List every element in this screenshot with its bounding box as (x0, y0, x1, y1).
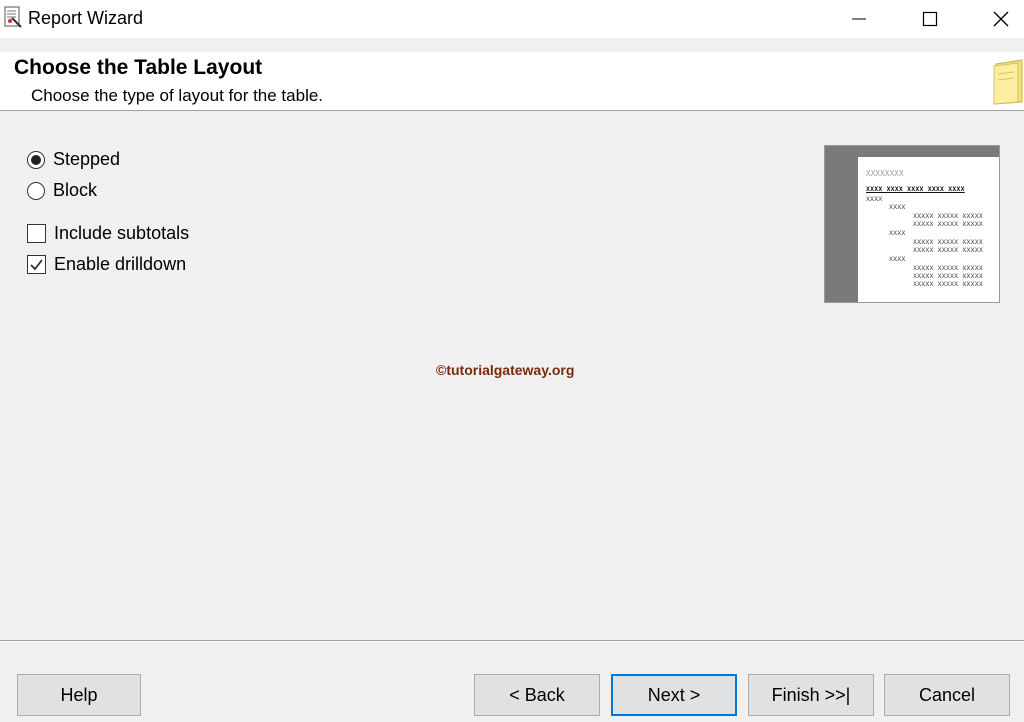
enable-drilldown-option[interactable]: Enable drilldown (27, 254, 186, 275)
preview-group-level2: XXXX (889, 229, 906, 237)
preview-detail-row: XXXXX XXXXX XXXXX (913, 220, 983, 228)
preview-detail-row: XXXXX XXXXX XXXXX (913, 212, 983, 220)
preview-detail-row: XXXXX XXXXX XXXXX (913, 280, 983, 288)
title-bar: Report Wizard (0, 0, 1024, 38)
close-icon (993, 11, 1009, 27)
notepad-icon (993, 59, 1023, 105)
minimize-icon (852, 18, 866, 20)
window-title: Report Wizard (28, 8, 144, 28)
help-button[interactable]: Help (17, 674, 141, 716)
footer-divider (0, 640, 1024, 642)
stepped-radio-option[interactable]: Stepped (27, 149, 120, 170)
preview-page: XXXXXXXX XXXX XXXX XXXX XXXX XXXX XXXX X… (858, 157, 999, 302)
close-button[interactable] (978, 0, 1024, 38)
preview-group-level2: XXXX (889, 203, 906, 211)
next-button[interactable]: Next > (611, 674, 737, 716)
block-label: Block (53, 180, 98, 200)
block-radio-button[interactable] (27, 181, 45, 200)
preview-detail-row: XXXXX XXXXX XXXXX (913, 246, 983, 254)
checkmark-icon (30, 259, 43, 271)
finish-button[interactable]: Finish >>| (748, 674, 874, 716)
stepped-radio-button[interactable] (27, 150, 45, 169)
wizard-header: Choose the Table Layout Choose the type … (0, 38, 1024, 112)
preview-detail-row: XXXXX XXXXX XXXXX (913, 264, 983, 272)
preview-group-level1: XXXX (866, 195, 883, 203)
cancel-button[interactable]: Cancel (884, 674, 1010, 716)
maximize-icon (922, 11, 938, 27)
block-radio-option[interactable]: Block (27, 180, 97, 201)
minimize-button[interactable] (836, 0, 882, 38)
maximize-button[interactable] (907, 0, 953, 38)
preview-detail-row: XXXXX XXXXX XXXXX (913, 238, 983, 246)
report-wizard-app-icon (4, 6, 22, 28)
include-subtotals-checkbox[interactable] (27, 224, 46, 243)
preview-group-level2: XXXX (889, 255, 906, 263)
watermark-text: ©tutorialgateway.org (436, 362, 575, 378)
include-subtotals-label: Include subtotals (54, 223, 190, 243)
page-subtitle: Choose the type of layout for the table. (31, 86, 324, 105)
enable-drilldown-checkbox[interactable] (27, 255, 46, 274)
preview-title: XXXXXXXX (866, 169, 904, 178)
preview-header-row: XXXX XXXX XXXX XXXX XXXX (866, 185, 965, 193)
layout-preview: XXXXXXXX XXXX XXXX XXXX XXXX XXXX XXXX X… (824, 145, 1000, 303)
include-subtotals-option[interactable]: Include subtotals (27, 223, 189, 244)
radio-selected-dot (31, 154, 41, 165)
back-button[interactable]: < Back (474, 674, 600, 716)
enable-drilldown-label: Enable drilldown (54, 254, 187, 274)
stepped-label: Stepped (53, 149, 121, 169)
preview-detail-row: XXXXX XXXXX XXXXX (913, 272, 983, 280)
header-panel: Choose the Table Layout Choose the type … (0, 52, 1024, 111)
page-title: Choose the Table Layout (14, 56, 263, 79)
